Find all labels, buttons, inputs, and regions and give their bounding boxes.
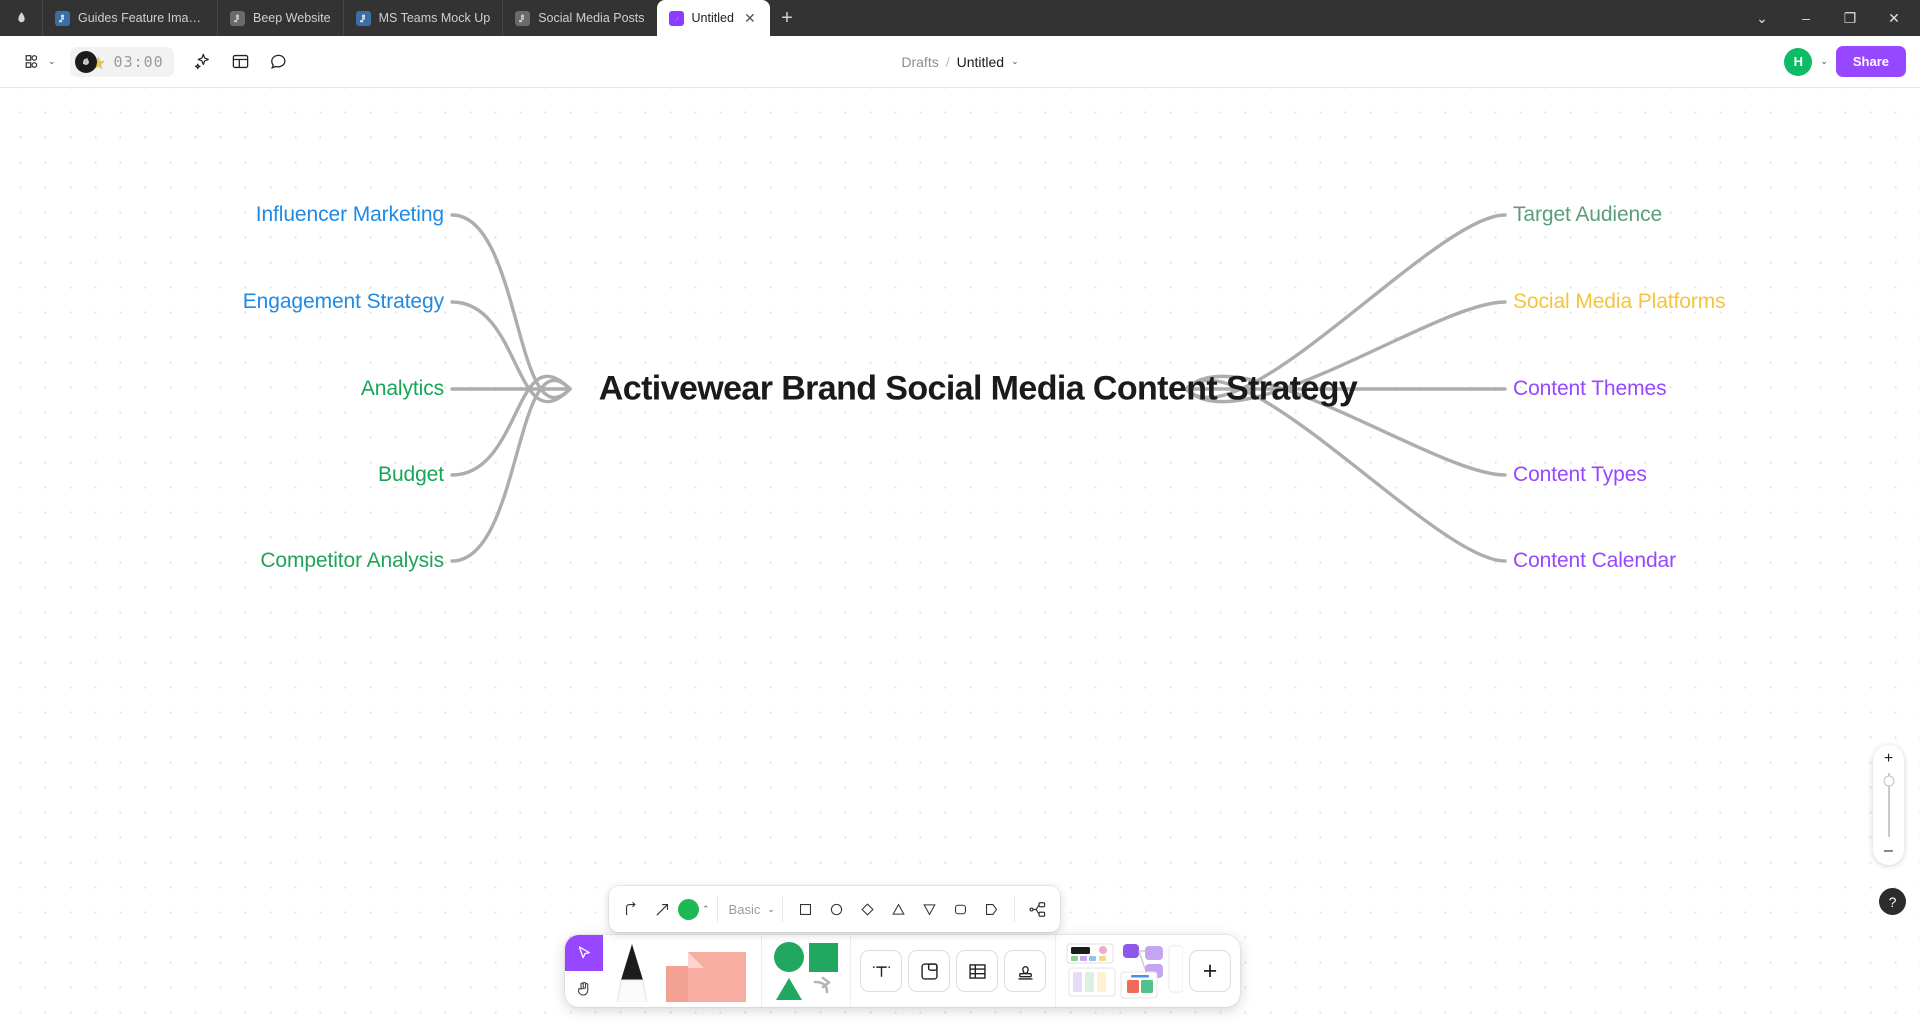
marker-pen-icon[interactable] — [612, 940, 652, 1002]
timer-widget[interactable]: ♫ ★ 03:00 — [69, 46, 174, 77]
triangle-up-shape-icon[interactable] — [883, 894, 914, 925]
mindmap-node-right[interactable]: Content Types — [1513, 463, 1647, 487]
zoom-control: + – — [1873, 745, 1904, 865]
breadcrumb-current[interactable]: Untitled — [957, 54, 1004, 70]
figma-icon — [55, 10, 70, 26]
sticky-note-icon[interactable] — [660, 940, 752, 1002]
zoom-slider-knob[interactable] — [1883, 775, 1894, 787]
insert-tools-section — [851, 935, 1056, 1007]
browser-tab-title: Beep Website — [253, 11, 331, 25]
header-right-group: H ⌄ Share — [1784, 46, 1906, 77]
browser-tab[interactable]: Social Media Posts — [502, 0, 656, 36]
mindmap-node-left[interactable]: Competitor Analysis — [260, 549, 444, 573]
template-layout-icon[interactable] — [224, 45, 258, 79]
comment-icon[interactable] — [262, 45, 296, 79]
browser-tab-title: Untitled — [691, 11, 734, 25]
figjam-menu-icon[interactable] — [14, 45, 48, 79]
straight-arrow-icon[interactable] — [647, 894, 678, 925]
mindmap-node-left[interactable]: Engagement Strategy — [243, 290, 444, 314]
templates-section: + — [1056, 935, 1240, 1007]
mindmap-node-left[interactable]: Budget — [378, 463, 444, 487]
timer-value: 03:00 — [113, 52, 164, 71]
mindmap-node-right[interactable]: Content Calendar — [1513, 549, 1676, 573]
chevron-up-icon[interactable]: ⌃ — [702, 904, 710, 915]
app-header: ⌄ ♫ ★ 03:00 Drafts / Untitled ⌄ H ⌄ Shar… — [0, 36, 1920, 88]
browser-tab[interactable]: Guides Feature Images 2024 — [42, 0, 217, 36]
section-frame-icon[interactable] — [908, 950, 950, 992]
main-toolbar: + — [565, 935, 1240, 1007]
breadcrumb: Drafts / Untitled ⌄ — [901, 54, 1018, 70]
templates-gallery-icon[interactable] — [1065, 940, 1183, 1002]
help-button[interactable]: ? — [1879, 888, 1906, 915]
stroke-color-swatch[interactable] — [678, 898, 699, 920]
shape-options-toolbar: ⌃ Basic ⌄ — [609, 886, 1060, 932]
pentagon-arrow-shape-icon[interactable] — [976, 894, 1007, 925]
mindmap-node-left[interactable]: Influencer Marketing — [256, 203, 444, 227]
hand-pan-icon[interactable] — [565, 971, 603, 1007]
home-icon[interactable] — [0, 0, 42, 36]
marker-section — [603, 935, 762, 1007]
flowchart-connector-icon[interactable] — [1022, 894, 1053, 925]
text-tool-icon[interactable] — [860, 950, 902, 992]
shapes-section — [762, 935, 851, 1007]
chevron-down-icon[interactable]: ⌄ — [1011, 56, 1019, 67]
browser-tab[interactable]: Beep Website — [217, 0, 343, 36]
shapes-and-connector-icon[interactable] — [771, 940, 841, 1002]
minimize-button[interactable]: – — [1784, 0, 1828, 36]
chevron-down-icon[interactable]: ⌄ — [1820, 56, 1828, 67]
zoom-in-button[interactable]: + — [1884, 751, 1893, 767]
browser-tab-title: MS Teams Mock Up — [378, 11, 491, 25]
circle-shape-icon[interactable] — [821, 894, 852, 925]
window-controls: ⌄ – ❐ ✕ — [1740, 0, 1920, 36]
rounded-rect-shape-icon[interactable] — [945, 894, 976, 925]
maximize-button[interactable]: ❐ — [1828, 0, 1872, 36]
breadcrumb-parent[interactable]: Drafts — [901, 54, 938, 70]
close-window-button[interactable]: ✕ — [1872, 0, 1916, 36]
connector-tools-group: ⌃ — [609, 886, 717, 932]
figma-icon — [355, 10, 371, 26]
header-left-group: ⌄ ♫ ★ 03:00 — [14, 45, 296, 79]
mindmap-node-right[interactable]: Content Themes — [1513, 377, 1667, 401]
breadcrumb-separator: / — [945, 53, 950, 70]
mindmap-node-right[interactable]: Target Audience — [1513, 203, 1662, 227]
figma-icon-grey — [515, 10, 531, 26]
chevron-down-icon[interactable]: ⌄ — [48, 56, 56, 67]
vinyl-record-icon: ♫ — [74, 50, 97, 73]
share-button[interactable]: Share — [1835, 46, 1906, 77]
chevron-down-icon[interactable]: ⌄ — [1740, 0, 1784, 36]
cursor-arrow-icon[interactable] — [565, 935, 603, 971]
new-tab-button[interactable]: + — [770, 0, 804, 36]
zoom-out-button[interactable]: – — [1884, 843, 1893, 859]
mindmap-node-left[interactable]: Analytics — [361, 377, 444, 401]
add-template-button[interactable]: + — [1189, 950, 1231, 992]
shape-picker-group — [783, 886, 1014, 932]
triangle-down-shape-icon[interactable] — [914, 894, 945, 925]
close-tab-icon[interactable]: ✕ — [742, 10, 758, 27]
browser-tab-title: Social Media Posts — [538, 11, 645, 25]
figjam-icon — [668, 10, 684, 26]
ai-sparkle-icon[interactable] — [186, 45, 220, 79]
flowchart-group — [1015, 886, 1060, 932]
square-shape-icon[interactable] — [790, 894, 821, 925]
avatar[interactable]: H — [1784, 47, 1813, 76]
browser-tab[interactable]: MS Teams Mock Up — [342, 0, 503, 36]
diamond-shape-icon[interactable] — [852, 894, 883, 925]
chevron-down-icon[interactable]: ⌄ — [767, 904, 775, 915]
table-tool-icon[interactable] — [956, 950, 998, 992]
mindmap-node-right[interactable]: Social Media Platforms — [1513, 290, 1726, 314]
stamp-tool-icon[interactable] — [1004, 950, 1046, 992]
browser-tab-active[interactable]: Untitled ✕ — [656, 0, 770, 36]
zoom-slider-track[interactable] — [1883, 773, 1894, 837]
shape-category-label[interactable]: Basic — [725, 902, 765, 917]
browser-tab-strip: Guides Feature Images 2024 Beep Website … — [0, 0, 1920, 36]
browser-tab-title: Guides Feature Images 2024 — [78, 11, 205, 25]
mindmap-root-node[interactable]: Activewear Brand Social Media Content St… — [599, 370, 1358, 409]
cursor-tools-group — [565, 935, 603, 1007]
figma-icon-grey — [230, 10, 245, 26]
shape-category-group: Basic ⌄ — [718, 886, 782, 932]
curved-connector-icon[interactable] — [616, 894, 647, 925]
